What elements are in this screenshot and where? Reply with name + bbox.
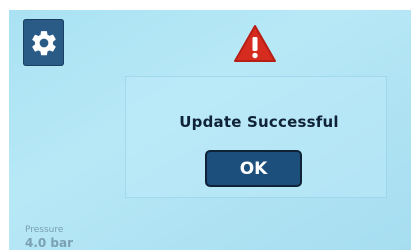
settings-button[interactable] <box>23 19 64 66</box>
alert-message: Update Successful <box>179 113 339 131</box>
warning-triangle-icon <box>234 25 276 62</box>
pressure-value: 4.0 bar <box>25 236 74 250</box>
gear-icon <box>31 30 56 55</box>
ok-button[interactable]: OK <box>205 150 302 187</box>
touch-screen: Update Successful OK Pressure 4.0 bar <box>9 10 411 250</box>
pressure-label: Pressure <box>25 225 64 235</box>
